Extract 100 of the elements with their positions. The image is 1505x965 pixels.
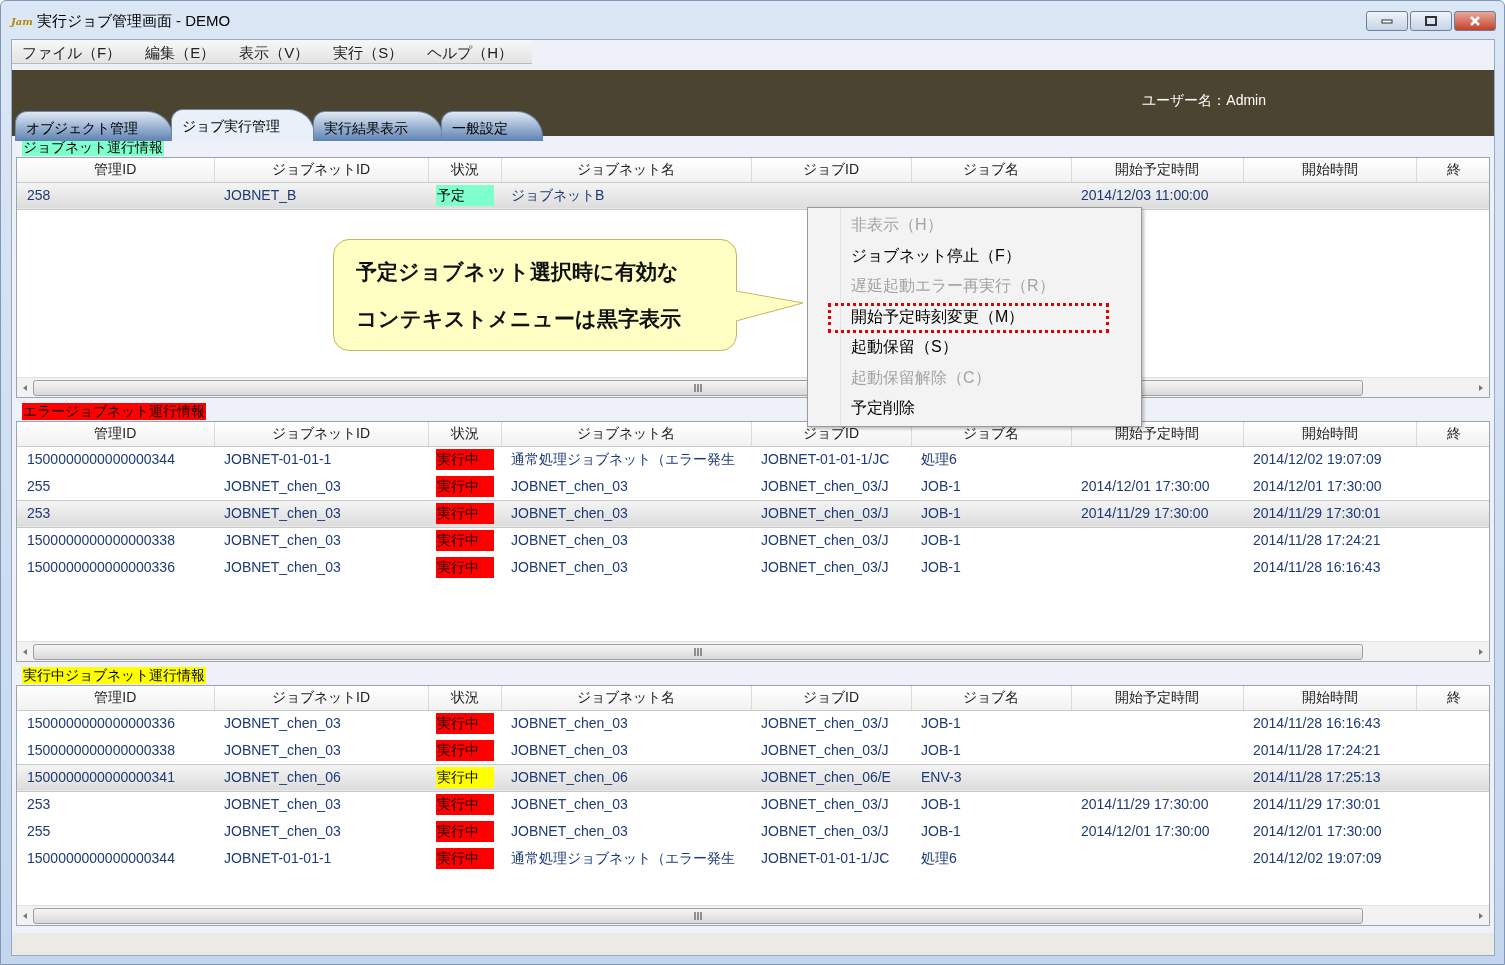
menu-item[interactable]: 表示（V）: [229, 40, 324, 63]
table-cell: JOB-1: [921, 796, 961, 813]
grip-icon: [693, 647, 703, 656]
table-cell: 2014/11/28 17:25:13: [1253, 769, 1381, 785]
status-tag: 予定: [436, 185, 494, 206]
table-cell: 253: [27, 796, 51, 813]
table-cell: JOBNET-01-01-1: [224, 850, 332, 866]
column-header[interactable]: 終: [1416, 686, 1489, 710]
column-header[interactable]: ジョブネットID: [214, 422, 428, 446]
close-button[interactable]: [1454, 11, 1496, 31]
column-header[interactable]: 開始予定時間: [1071, 158, 1243, 182]
horizontal-scrollbar[interactable]: [17, 641, 1489, 661]
column-header[interactable]: 管理ID: [17, 686, 214, 710]
scroll-right-icon[interactable]: [1477, 910, 1485, 921]
maximize-button[interactable]: [1410, 11, 1452, 31]
column-header[interactable]: 終: [1416, 422, 1489, 446]
menu-item[interactable]: 実行（S）: [323, 40, 418, 63]
table-cell: 2014/12/01 17:30:00: [1253, 477, 1382, 494]
table-cell: JOBNET_chen_06: [224, 769, 341, 785]
table-cell: JOB-1: [921, 823, 961, 839]
context-menu-item[interactable]: ジョブネット停止（F）: [808, 240, 1141, 271]
table-cell: JOB-1: [921, 505, 961, 521]
table-cell: 2014/12/01 17:30:00: [1253, 823, 1382, 839]
table-cell: JOB-1: [921, 715, 961, 732]
table-cell: JOB-1: [921, 741, 961, 758]
menu-item[interactable]: ヘルプ（H）: [417, 40, 528, 63]
maximize-icon: [1425, 16, 1437, 26]
column-header[interactable]: ジョブネットID: [214, 686, 428, 710]
minimize-icon: [1381, 18, 1393, 24]
table-cell: 処理6: [921, 850, 957, 866]
close-icon: [1469, 16, 1481, 26]
table-cell: JOBNET_chen_03: [511, 505, 628, 521]
context-menu-item[interactable]: 開始予定時刻変更（M）: [808, 301, 1141, 332]
status-tag: 実行中: [436, 821, 494, 842]
panel-title: エラージョブネット運行情報: [22, 403, 206, 420]
column-header[interactable]: 管理ID: [17, 422, 214, 446]
table-cell: JOBNET_chen_03: [224, 823, 341, 839]
table-cell: JOBNET_chen_03/J: [761, 796, 889, 813]
table-cell: 2014/12/01 17:30:00: [1081, 823, 1210, 839]
column-header[interactable]: ジョブネット名: [501, 158, 751, 182]
status-tag: 実行中: [436, 767, 494, 788]
scroll-left-icon[interactable]: [21, 382, 29, 393]
table-cell: 1500000000000000336: [27, 715, 175, 732]
status-tag: 実行中: [436, 503, 494, 524]
column-header[interactable]: 状況: [428, 422, 501, 446]
table-cell: JOBNET_chen_03: [224, 796, 341, 813]
column-header[interactable]: 開始予定時間: [1071, 686, 1243, 710]
scroll-left-icon[interactable]: [21, 910, 29, 921]
table-cell: 2014/11/28 17:24:21: [1253, 532, 1381, 549]
menu-item[interactable]: 編集（E）: [135, 40, 230, 63]
column-header[interactable]: 状況: [428, 158, 501, 182]
panel-title: 実行中ジョブネット運行情報: [22, 667, 206, 684]
column-header[interactable]: ジョブID: [751, 686, 911, 710]
table-cell: 2014/11/29 17:30:00: [1081, 796, 1209, 813]
grip-icon: [693, 383, 703, 392]
table-cell: 1500000000000000344: [27, 451, 175, 468]
tab[interactable]: ジョブ実行管理: [171, 109, 315, 141]
scrollbar-thumb[interactable]: [33, 907, 1363, 924]
column-header[interactable]: ジョブ名: [911, 686, 1071, 710]
column-header[interactable]: 終: [1416, 158, 1489, 182]
column-header[interactable]: 状況: [428, 686, 501, 710]
table-cell: JOBNET_chen_03/J: [761, 823, 889, 839]
column-header[interactable]: ジョブネット名: [501, 686, 751, 710]
minimize-button[interactable]: [1366, 11, 1408, 31]
tab[interactable]: オブジェクト管理: [15, 111, 173, 141]
column-header[interactable]: 管理ID: [17, 158, 214, 182]
tab[interactable]: 実行結果表示: [313, 111, 443, 141]
column-header[interactable]: ジョブ名: [911, 158, 1071, 182]
table-cell: JOBNET_chen_03: [224, 715, 341, 732]
column-header[interactable]: ジョブネットID: [214, 158, 428, 182]
table-cell: 1500000000000000344: [27, 850, 175, 866]
table-cell: JOBNET_chen_03/J: [761, 477, 889, 494]
status-tag: 実行中: [436, 713, 494, 735]
table-cell: JOB-1: [921, 532, 961, 549]
column-header[interactable]: ジョブネット名: [501, 422, 751, 446]
context-menu-item[interactable]: 予定削除: [808, 393, 1141, 424]
context-menu-item[interactable]: 起動保留（S）: [808, 332, 1141, 363]
scroll-right-icon[interactable]: [1477, 646, 1485, 657]
table-cell: 2014/12/02 19:07:09: [1253, 451, 1382, 468]
column-header[interactable]: 開始時間: [1243, 158, 1416, 182]
tab[interactable]: 一般設定: [441, 111, 543, 141]
user-name-label: ユーザー名：Admin: [1142, 91, 1266, 110]
scroll-left-icon[interactable]: [21, 646, 29, 657]
table-cell: 2014/11/29 17:30:00: [1081, 505, 1209, 521]
column-header[interactable]: 開始時間: [1243, 422, 1416, 446]
table-cell: 1500000000000000336: [27, 559, 175, 575]
scroll-right-icon[interactable]: [1477, 382, 1485, 393]
column-header[interactable]: ジョブID: [751, 158, 911, 182]
table-cell: 258: [27, 187, 51, 203]
table-cell: JOBNET_chen_06/E: [761, 769, 891, 785]
column-header[interactable]: 開始時間: [1243, 686, 1416, 710]
horizontal-scrollbar[interactable]: [17, 905, 1489, 925]
scrollbar-thumb[interactable]: [33, 643, 1363, 660]
menu-item[interactable]: ファイル（F）: [12, 40, 136, 63]
table-cell: JOBNET_chen_03: [511, 796, 628, 813]
table-cell: JOBNET_chen_03/J: [761, 741, 889, 758]
table-cell: 255: [27, 477, 51, 494]
table-cell: 2014/11/28 17:24:21: [1253, 741, 1381, 758]
table-cell: JOBNET-01-01-1: [224, 451, 332, 468]
table-cell: JOBNET_chen_03: [511, 741, 628, 758]
